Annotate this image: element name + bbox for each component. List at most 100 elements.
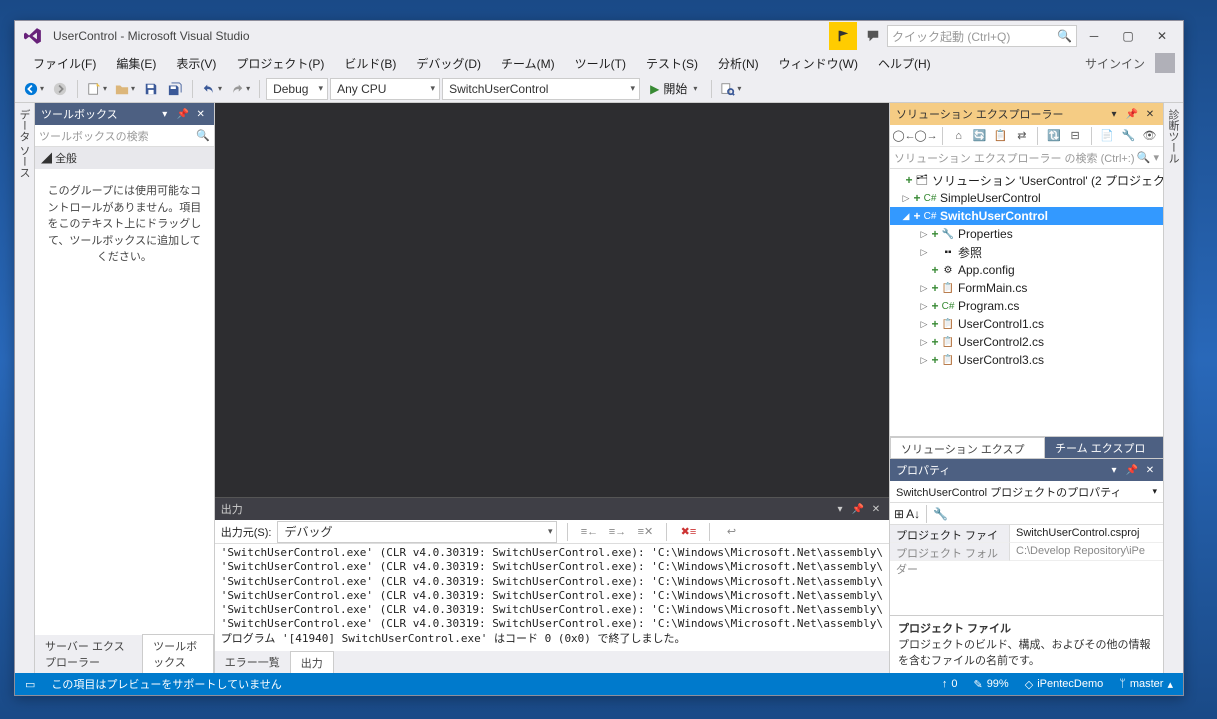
undo-button[interactable]	[199, 78, 225, 100]
tree-item-uc2[interactable]: ▷+📋UserControl2.cs	[890, 333, 1163, 351]
maximize-button[interactable]: ▢	[1111, 24, 1145, 48]
prop-pin-icon[interactable]: 📌	[1125, 465, 1139, 476]
output-close-icon[interactable]: ✕	[869, 504, 883, 515]
start-debug-button[interactable]: ▶ 開始 ▾	[642, 78, 705, 100]
tab-error-list[interactable]: エラー一覧	[215, 651, 290, 673]
output-clear-icon[interactable]: ≡✕	[634, 522, 656, 542]
se-pending-icon[interactable]: 📋	[991, 126, 1010, 146]
save-button[interactable]	[140, 78, 162, 100]
toolbox-dropdown-icon[interactable]: ▾	[158, 109, 172, 120]
status-changes[interactable]: ✎99%	[973, 678, 1008, 691]
tab-toolbox[interactable]: ツールボックス	[142, 634, 214, 673]
menu-project[interactable]: プロジェクト(P)	[226, 52, 334, 75]
open-file-button[interactable]	[112, 78, 138, 100]
output-goto-next-icon[interactable]: ≡→	[606, 522, 628, 542]
editor-area[interactable]	[215, 103, 889, 497]
tab-output[interactable]: 出力	[290, 651, 334, 673]
tab-solution-explorer[interactable]: ソリューション エクスプローラー	[890, 437, 1045, 458]
se-dropdown-icon[interactable]: ▾	[1107, 109, 1121, 120]
prop-close-icon[interactable]: ✕	[1143, 465, 1157, 476]
minimize-button[interactable]: ─	[1077, 24, 1111, 48]
config-combo[interactable]: Debug	[266, 78, 328, 100]
se-back-icon[interactable]: ◯←	[894, 126, 914, 146]
menu-build[interactable]: ビルド(B)	[334, 52, 406, 75]
prop-alphabetical-icon[interactable]: A↓	[906, 507, 920, 521]
signin-link[interactable]: サインイン	[1085, 55, 1151, 72]
se-scope-icon[interactable]: 🔄	[970, 126, 989, 146]
tree-item-formmain[interactable]: ▷+📋FormMain.cs	[890, 279, 1163, 297]
status-repo[interactable]: ◇iPentecDemo	[1025, 678, 1104, 691]
new-item-button[interactable]	[84, 78, 110, 100]
properties-object-combo[interactable]: SwitchUserControl プロジェクトのプロパティ ▾	[890, 481, 1163, 503]
se-pin-icon[interactable]: 📌	[1125, 109, 1139, 120]
tab-server-explorer[interactable]: サーバー エクスプローラー	[35, 635, 142, 673]
menu-team[interactable]: チーム(M)	[491, 52, 565, 75]
notification-flag-icon[interactable]	[829, 22, 857, 50]
redo-button[interactable]	[227, 78, 253, 100]
prop-categorized-icon[interactable]: ⊞	[894, 507, 904, 521]
se-home-icon[interactable]: ⌂	[949, 126, 968, 146]
tree-project-switch[interactable]: ◢+C#SwitchUserControl	[890, 207, 1163, 225]
output-goto-prev-icon[interactable]: ≡←	[578, 522, 600, 542]
left-rail-datasources[interactable]: データ ソース	[15, 103, 35, 673]
close-button[interactable]: ✕	[1145, 24, 1179, 48]
toolbox-search-input[interactable]: ツールボックスの検索 🔍	[35, 125, 214, 147]
output-source-combo[interactable]: デバッグ	[277, 521, 557, 543]
tree-solution-root[interactable]: +🗂ソリューション 'UserControl' (2 プロジェクト)	[890, 171, 1163, 189]
find-in-files-button[interactable]	[718, 78, 744, 100]
tree-item-appconfig[interactable]: +⚙App.config	[890, 261, 1163, 279]
se-search-input[interactable]: ソリューション エクスプローラー の検索 (Ctrl+:) 🔍 ▾	[890, 147, 1163, 169]
menu-help[interactable]: ヘルプ(H)	[868, 52, 941, 75]
feedback-icon[interactable]	[859, 22, 887, 50]
se-properties-icon[interactable]: 🔧	[1119, 126, 1138, 146]
status-publish[interactable]: ↑0	[942, 678, 958, 690]
tree-item-uc3[interactable]: ▷+📋UserControl3.cs	[890, 351, 1163, 369]
toolbox-pin-icon[interactable]: 📌	[176, 109, 190, 120]
tree-item-references[interactable]: ▷▪▪参照	[890, 243, 1163, 261]
output-pin-icon[interactable]: 📌	[851, 504, 865, 515]
tree-item-uc1[interactable]: ▷+📋UserControl1.cs	[890, 315, 1163, 333]
solution-tree[interactable]: +🗂ソリューション 'UserControl' (2 プロジェクト) ▷+C#S…	[890, 169, 1163, 436]
output-clear-all-icon[interactable]: ✖≡	[677, 522, 699, 542]
output-dropdown-icon[interactable]: ▾	[833, 504, 847, 515]
se-close-icon[interactable]: ✕	[1143, 109, 1157, 120]
properties-grid[interactable]: プロジェクト ファイル SwitchUserControl.csproj プロジ…	[890, 525, 1163, 615]
save-all-button[interactable]	[164, 78, 186, 100]
menu-view[interactable]: 表示(V)	[166, 52, 226, 75]
startup-project-combo[interactable]: SwitchUserControl	[442, 78, 640, 100]
tree-item-program[interactable]: ▷+C#Program.cs	[890, 297, 1163, 315]
prop-dropdown-icon[interactable]: ▾	[1107, 465, 1121, 476]
menu-test[interactable]: テスト(S)	[636, 52, 708, 75]
prop-row[interactable]: プロジェクト ファイル SwitchUserControl.csproj	[890, 525, 1163, 543]
platform-combo[interactable]: Any CPU	[330, 78, 440, 100]
toolbox-close-icon[interactable]: ✕	[194, 109, 208, 120]
nav-back-button[interactable]	[21, 78, 47, 100]
quick-launch-input[interactable]: クイック起動 (Ctrl+Q) 🔍	[887, 25, 1077, 47]
se-fwd-icon[interactable]: ◯→	[916, 126, 936, 146]
tree-item-properties[interactable]: ▷+🔧Properties	[890, 225, 1163, 243]
output-panel: 出力 ▾ 📌 ✕ 出力元(S): デバッグ ≡← ≡→ ≡✕ ✖≡ ↩	[215, 497, 889, 673]
prop-wrench-icon[interactable]: 🔧	[933, 507, 948, 521]
toolbox-section-general[interactable]: ◢ 全般	[35, 147, 214, 169]
user-avatar-icon[interactable]	[1155, 53, 1175, 73]
prop-row[interactable]: プロジェクト フォルダー C:\Develop Repository\iPe	[890, 543, 1163, 561]
window-title: UserControl - Microsoft Visual Studio	[47, 29, 250, 43]
menu-window[interactable]: ウィンドウ(W)	[769, 52, 868, 75]
menu-debug[interactable]: デバッグ(D)	[406, 52, 491, 75]
menu-file[interactable]: ファイル(F)	[23, 52, 106, 75]
se-preview-icon[interactable]: 👁	[1140, 126, 1159, 146]
se-showall-icon[interactable]: 📄	[1098, 126, 1117, 146]
se-collapse-icon[interactable]: ⊟	[1066, 126, 1085, 146]
se-refresh-icon[interactable]: 🔃	[1044, 126, 1063, 146]
right-rail-diagnostics[interactable]: 診断ツール	[1163, 103, 1183, 673]
output-body[interactable]: 'SwitchUserControl.exe' (CLR v4.0.30319:…	[215, 544, 889, 651]
status-branch[interactable]: ᛘmaster ▴	[1119, 678, 1173, 691]
tab-team-explorer[interactable]: チーム エクスプローラー	[1045, 437, 1163, 458]
tree-project-simple[interactable]: ▷+C#SimpleUserControl	[890, 189, 1163, 207]
menu-analyze[interactable]: 分析(N)	[708, 52, 769, 75]
menu-edit[interactable]: 編集(E)	[106, 52, 166, 75]
se-sync-icon[interactable]: ⇄	[1012, 126, 1031, 146]
output-wordwrap-icon[interactable]: ↩	[720, 522, 742, 542]
menu-tools[interactable]: ツール(T)	[565, 52, 636, 75]
nav-forward-button[interactable]	[49, 78, 71, 100]
